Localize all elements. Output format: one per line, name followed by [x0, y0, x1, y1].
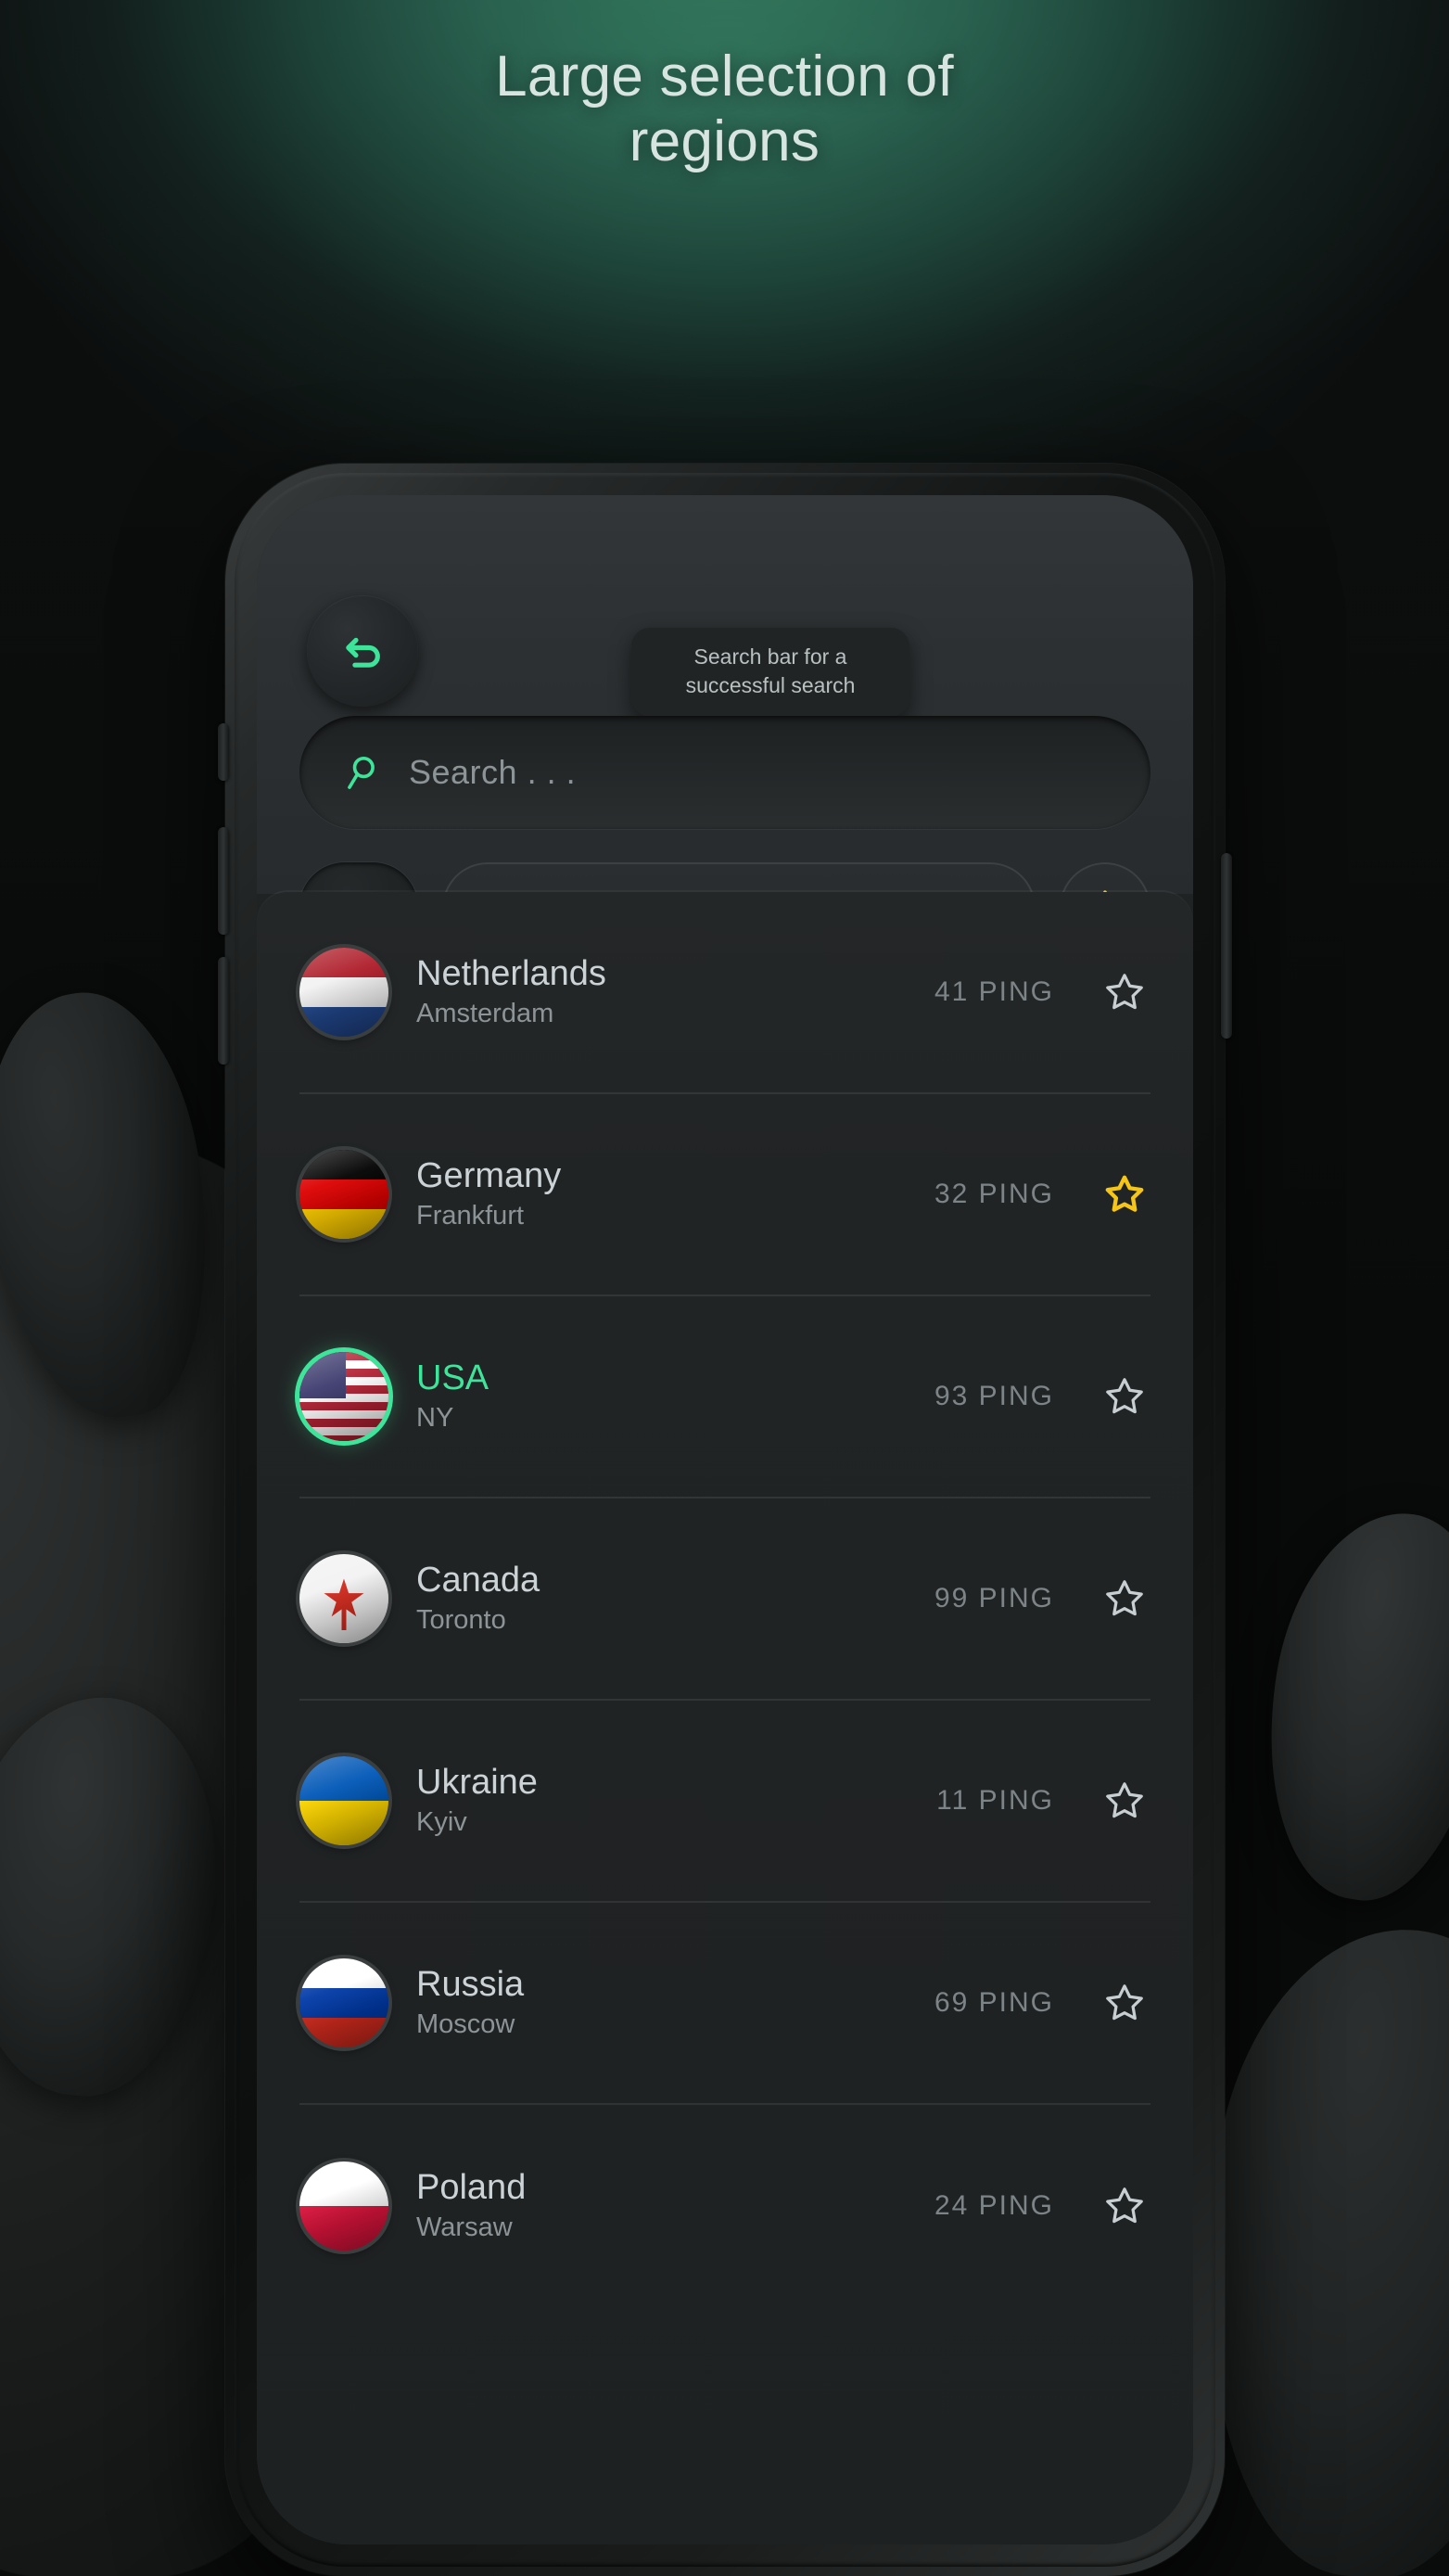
row-text: Russia Moscow [416, 1964, 934, 2043]
country-name: Canada [416, 1560, 540, 1600]
back-button[interactable] [307, 595, 418, 707]
ping-value: 24 PING [934, 2190, 1054, 2221]
search-placeholder-text: Search . . . [409, 753, 577, 791]
search-input[interactable]: Search . . . [299, 716, 1150, 829]
favorite-star-icon[interactable] [1099, 1977, 1150, 2029]
favorite-star-icon[interactable] [1099, 966, 1150, 1018]
country-name: Ukraine [416, 1762, 538, 1802]
city-name: Moscow [416, 2009, 515, 2039]
country-name: USA [416, 1358, 489, 1397]
city-name: NY [416, 1402, 454, 1433]
table-row[interactable]: Russia Moscow 69 PING [299, 1903, 1150, 2105]
favorite-star-icon[interactable] [1099, 2180, 1150, 2232]
row-text: Germany Frankfurt [416, 1155, 934, 1234]
phone-screen: Search bar for a successful search Searc… [257, 495, 1193, 2544]
back-arrow-icon [337, 625, 388, 677]
flag-ukraine [299, 1756, 388, 1845]
ping-value: 69 PING [934, 1987, 1054, 2018]
favorite-star-icon[interactable] [1099, 1371, 1150, 1422]
row-text: Ukraine Kyiv [416, 1762, 936, 1841]
city-name: Frankfurt [416, 1200, 525, 1231]
favorite-star-icon[interactable] [1099, 1775, 1150, 1827]
ping-value: 99 PING [934, 1583, 1054, 1613]
country-name: Poland [416, 2167, 527, 2207]
country-name: Netherlands [416, 953, 606, 993]
search-tooltip-text: Search bar for a successful search [685, 644, 856, 697]
search-tooltip: Search bar for a successful search [631, 628, 909, 729]
flag-russia [299, 1958, 388, 2047]
headline-line-2: regions [629, 109, 820, 174]
region-list[interactable]: Netherlands Amsterdam 41 PING Germany Fr… [257, 892, 1193, 2544]
flag-poland [299, 2162, 388, 2251]
row-text: Canada Toronto [416, 1560, 934, 1639]
table-row[interactable]: Germany Frankfurt 32 PING [299, 1094, 1150, 1296]
flag-germany [299, 1150, 388, 1239]
ping-value: 93 PING [934, 1381, 1054, 1411]
city-name: Amsterdam [416, 998, 554, 1028]
flag-usa [299, 1352, 388, 1441]
page-title: Large selection of regions [0, 45, 1449, 174]
ping-value: 11 PING [936, 1785, 1054, 1816]
row-text: USA NY [416, 1358, 934, 1436]
country-name: Germany [416, 1155, 562, 1195]
ping-value: 32 PING [934, 1179, 1054, 1209]
favorite-star-icon[interactable] [1099, 1168, 1150, 1220]
city-name: Toronto [416, 1604, 506, 1635]
search-icon [340, 751, 383, 794]
table-row[interactable]: USA NY 93 PING [299, 1296, 1150, 1498]
headline-line-1: Large selection of [495, 45, 954, 108]
phone-mockup: Search bar for a successful search Searc… [218, 464, 1232, 2576]
city-name: Warsaw [416, 2212, 513, 2242]
phone-mute-switch[interactable] [218, 723, 229, 781]
phone-power-button[interactable] [1221, 853, 1232, 1039]
phone-volume-up-button[interactable] [218, 827, 229, 935]
row-text: Netherlands Amsterdam [416, 953, 934, 1032]
table-row[interactable]: Poland Warsaw 24 PING [299, 2105, 1150, 2307]
flag-canada: ★ [299, 1554, 388, 1643]
favorite-star-icon[interactable] [1099, 1573, 1150, 1625]
app-header: Search bar for a successful search Searc… [257, 495, 1193, 953]
row-text: Poland Warsaw [416, 2167, 934, 2246]
table-row[interactable]: ★ Canada Toronto 99 PING [299, 1498, 1150, 1701]
country-name: Russia [416, 1964, 525, 2004]
phone-volume-down-button[interactable] [218, 957, 229, 1065]
ping-value: 41 PING [934, 976, 1054, 1007]
flag-netherlands [299, 948, 388, 1037]
table-row[interactable]: Ukraine Kyiv 11 PING [299, 1701, 1150, 1903]
city-name: Kyiv [416, 1806, 467, 1837]
table-row[interactable]: Netherlands Amsterdam 41 PING [299, 892, 1150, 1094]
